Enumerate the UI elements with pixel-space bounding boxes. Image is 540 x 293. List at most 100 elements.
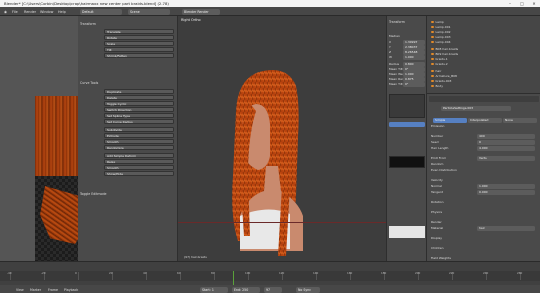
object-icon <box>431 40 434 43</box>
window-title: Blender* [C:\Users\Corbin\Desktop\crap\h… <box>0 0 540 7</box>
tool-button[interactable]: Tilt <box>104 47 174 52</box>
timeline-tick-label: 180 <box>381 271 387 275</box>
render-engine-select[interactable]: Blender Render <box>182 8 220 15</box>
menu-file[interactable]: File <box>12 9 18 15</box>
particle-settings-name[interactable]: ParticleSettings.003 <box>441 106 511 111</box>
tool-button[interactable]: Set Curve Radius <box>104 119 174 124</box>
tool-button[interactable]: Add Simple Deform <box>104 153 174 158</box>
tool-button[interactable]: Duplicate <box>104 89 174 94</box>
tool-button[interactable]: Scale <box>104 41 174 46</box>
tab-interpolated[interactable]: Interpolated <box>468 118 502 123</box>
transform-field-value[interactable]: 1.000 <box>403 55 425 60</box>
object-icon <box>431 20 434 23</box>
transform-field-value[interactable]: 0.875 <box>403 77 425 82</box>
particle-row-value[interactable]: 400 <box>477 134 535 139</box>
tool-button[interactable]: Rotate <box>104 35 174 40</box>
scene-select[interactable]: Scene <box>128 8 170 15</box>
tool-button[interactable]: Show/Hide <box>104 171 174 176</box>
outliner-item[interactable]: Body <box>431 84 537 89</box>
transform-field-value[interactable]: 1.000 <box>403 72 425 77</box>
object-icon <box>431 74 434 77</box>
particle-row-label[interactable]: Physics <box>431 210 442 215</box>
tool-button[interactable]: Smooth <box>104 139 174 144</box>
particle-row-value[interactable]: 1.000 <box>477 184 535 189</box>
tool-button[interactable]: Switch Direction <box>104 107 174 112</box>
timeline-menu-view[interactable]: View <box>16 287 24 293</box>
transform-field-label: Mean Tilt <box>389 82 403 86</box>
particle-row-value[interactable]: 0 <box>477 140 535 145</box>
object-icon <box>431 69 434 72</box>
tool-section-header[interactable]: Transform <box>80 22 174 27</box>
current-frame-marker[interactable] <box>233 271 234 285</box>
timeline-ruler[interactable]: -40 -20 0 20 40 60 80 100 120 140 160 180 200 220 240 2… <box>0 271 540 281</box>
tool-button[interactable]: Translate <box>104 29 174 34</box>
color-swatch-white[interactable] <box>389 226 425 238</box>
particle-row-label[interactable]: Children <box>431 246 443 251</box>
tab-none[interactable]: None <box>503 118 537 123</box>
timeline[interactable]: -40 -20 0 20 40 60 80 100 120 140 160 180 200 220 240 2… <box>0 261 540 293</box>
properties-tabs[interactable] <box>429 96 539 102</box>
start-frame-field[interactable]: Start: 1 <box>200 286 228 293</box>
particle-row-label: Seed <box>431 140 439 144</box>
tool-section-header[interactable]: Curve Tools <box>80 81 174 86</box>
particle-row-value[interactable]: 4.000 <box>477 146 535 151</box>
particle-row-label: Tangent <box>431 190 443 194</box>
transform-field-value[interactable]: 1.30997 <box>403 40 425 45</box>
minimize-icon[interactable]: – <box>504 0 516 7</box>
timeline-header: View Marker Frame Playback Start: 1 End:… <box>0 285 540 293</box>
outliner[interactable]: Lamp Lamp.001 Lamp.002 Lamp.003 Lamp.004 B08 … <box>426 16 540 94</box>
menu-help[interactable]: Help <box>58 9 66 15</box>
transform-field-value[interactable]: 0° <box>403 67 425 72</box>
end-frame-field[interactable]: End: 250 <box>232 286 260 293</box>
outliner-item-label: Lamp.004 <box>435 40 451 44</box>
tool-button[interactable]: Relax <box>104 159 174 164</box>
tool-section-header[interactable]: Toggle Editmode <box>80 192 174 197</box>
particle-row-label: Number <box>431 134 444 138</box>
timeline-menu-frame[interactable]: Frame <box>48 287 58 293</box>
timeline-menu-marker[interactable]: Marker <box>30 287 41 293</box>
outliner-item-label: Lamp <box>435 20 444 24</box>
object-icon <box>431 79 434 82</box>
transform-field-value[interactable]: 0° <box>403 82 425 87</box>
tab-simple[interactable]: Simple <box>433 118 467 123</box>
tool-button[interactable]: Set Spline Type <box>104 113 174 118</box>
particle-row-label[interactable]: Velocity <box>431 178 443 183</box>
particle-row-value[interactable]: Verts <box>477 156 535 161</box>
particle-row-value[interactable]: hair <box>477 226 535 231</box>
color-swatch-black[interactable] <box>389 156 425 168</box>
transform-field-value[interactable]: 8.26548 <box>403 50 425 55</box>
particle-row-label[interactable]: Field Weights <box>431 256 451 261</box>
particle-row-label[interactable]: Render <box>431 220 442 225</box>
particle-row-label: Emit From <box>431 156 447 160</box>
menu-render[interactable]: Render <box>24 9 36 15</box>
sync-mode-select[interactable]: No Sync <box>296 286 320 293</box>
tool-button[interactable]: Toggle Cyclic <box>104 101 174 106</box>
tool-button[interactable]: Delete <box>104 95 174 100</box>
timeline-menu-playback[interactable]: Playback <box>64 287 78 293</box>
layout-select[interactable]: Default <box>80 8 122 15</box>
tool-button[interactable]: Extrude <box>104 133 174 138</box>
tool-button[interactable]: Smooth <box>104 165 174 170</box>
outliner-item[interactable]: braids.2 <box>431 62 537 67</box>
transform-field-value[interactable]: 2.38037 <box>403 45 425 50</box>
outliner-item-label: Lamp.002 <box>435 30 451 34</box>
blender-logo-icon[interactable]: ◉ <box>4 9 7 15</box>
transform-field-value[interactable]: 0.800 <box>403 62 425 67</box>
display-toggle[interactable] <box>389 122 425 127</box>
particle-row-label[interactable]: Even Distribution <box>431 168 457 173</box>
menu-window[interactable]: Window <box>40 9 53 15</box>
maximize-icon[interactable]: □ <box>516 0 528 7</box>
outliner-item[interactable]: Lamp.004 <box>431 40 537 45</box>
tool-button[interactable]: Randomize <box>104 145 174 150</box>
3d-viewport[interactable]: Right Ortho (97) hair.braids <box>178 16 386 261</box>
particle-row-label[interactable]: Display <box>431 236 442 241</box>
current-frame-field[interactable]: 97 <box>264 286 282 293</box>
outliner-item-label: B08 hair.braids <box>435 47 459 51</box>
close-icon[interactable]: ✕ <box>528 0 540 7</box>
tool-button[interactable]: Subdivide <box>104 127 174 132</box>
particle-row-label[interactable]: Emission <box>431 124 444 129</box>
tool-button[interactable]: Shrink/Fatten <box>104 53 174 58</box>
particle-row-label[interactable]: Rotation <box>431 200 444 205</box>
particle-row-value[interactable]: 0.000 <box>477 190 535 195</box>
particle-row-label[interactable]: Random <box>431 162 443 167</box>
